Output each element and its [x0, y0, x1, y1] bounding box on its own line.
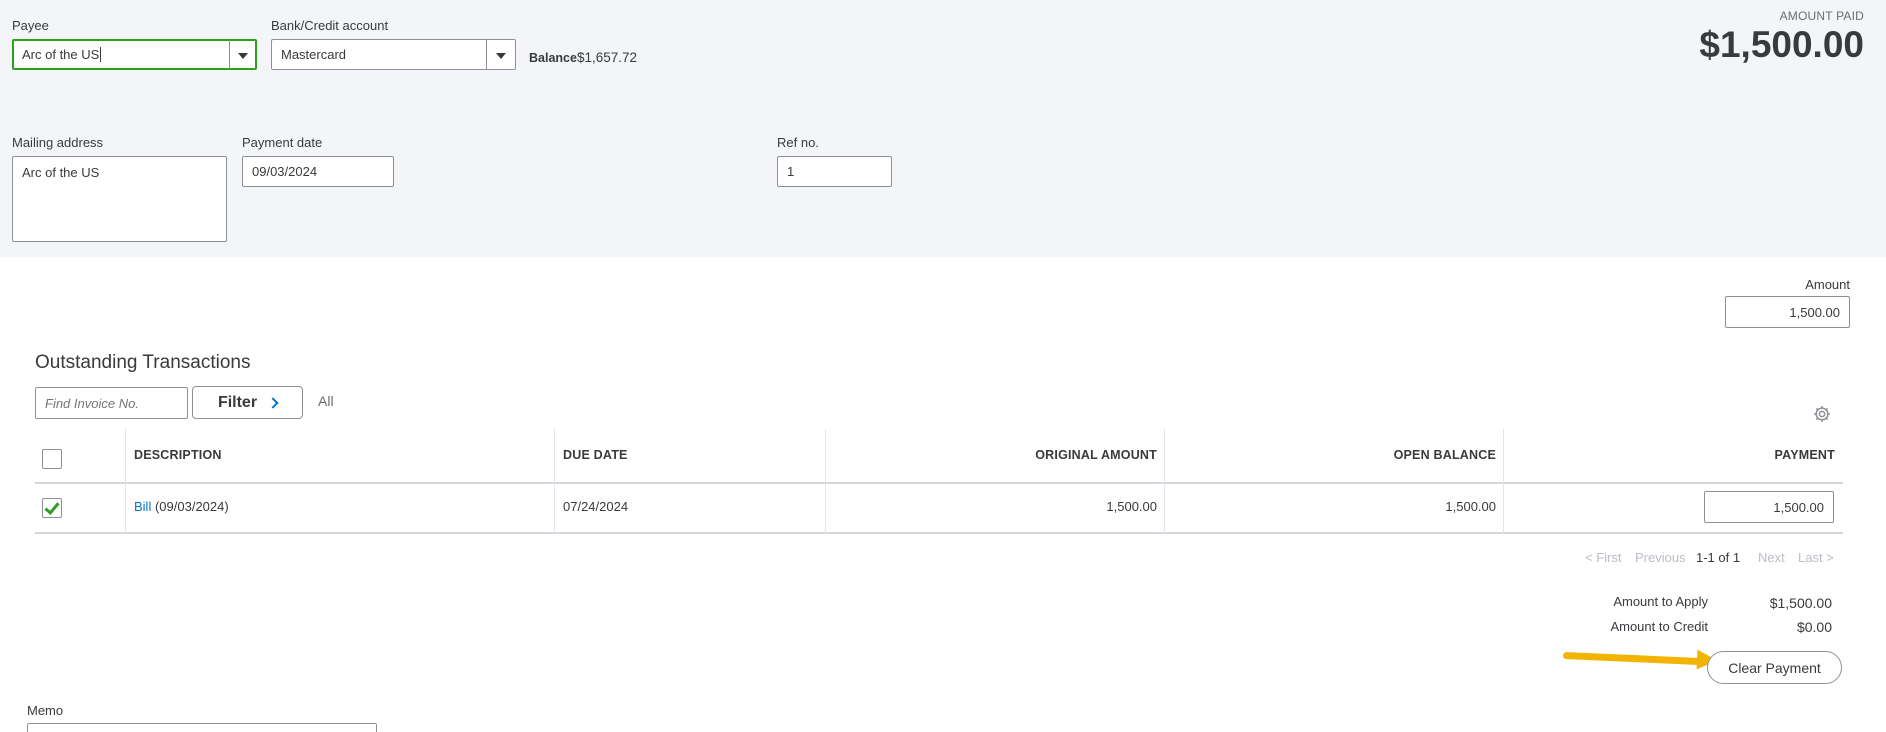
balance-value: $1,657.72 [577, 50, 638, 65]
dropdown-divider [486, 40, 487, 69]
amount-value: 1,500.00 [1789, 304, 1840, 320]
pager-next[interactable]: Next [1758, 550, 1785, 565]
mailing-address-field[interactable]: Arc of the US [12, 156, 227, 242]
annotation-arrow [1562, 652, 1704, 666]
amount-paid-label: AMOUNT PAID [1779, 9, 1864, 23]
gear-icon[interactable] [1812, 404, 1832, 424]
payee-label: Payee [12, 18, 49, 33]
payment-date-value: 09/03/2024 [252, 164, 318, 179]
text-cursor [100, 47, 102, 62]
chevron-down-icon[interactable] [238, 53, 248, 59]
amount-to-apply-value: $1,500.00 [1769, 595, 1832, 611]
row-payment-value: 1,500.00 [1773, 499, 1824, 515]
clear-payment-button[interactable]: Clear Payment [1707, 651, 1842, 684]
find-invoice-input[interactable] [35, 387, 188, 419]
filter-label: Filter [217, 393, 258, 411]
bank-account-dropdown[interactable]: Mastercard [271, 39, 516, 70]
bank-account-label: Bank/Credit account [271, 18, 389, 33]
dropdown-divider [229, 40, 230, 69]
memo-label: Memo [27, 703, 64, 718]
table-row: Bill (09/03/2024) 07/24/2024 1,500.00 1,… [35, 484, 1843, 534]
amount-label: Amount [1805, 277, 1850, 292]
column-divider [125, 429, 126, 534]
column-original-amount[interactable]: ORIGINAL AMOUNT [1035, 448, 1157, 462]
row-due-date: 07/24/2024 [563, 499, 629, 514]
payee-value: Arc of the US [22, 47, 100, 62]
select-all-checkbox[interactable] [42, 449, 62, 469]
amount-to-credit-label: Amount to Credit [1610, 619, 1708, 634]
mailing-address-value: Arc of the US [22, 165, 100, 180]
amount-to-credit-value: $0.00 [1796, 619, 1832, 635]
all-filter-label: All [318, 393, 334, 409]
row-original-amount: 1,500.00 [1106, 499, 1157, 514]
memo-field[interactable] [27, 723, 377, 732]
bill-link[interactable]: Bill [134, 499, 151, 514]
chevron-down-icon[interactable] [496, 53, 506, 59]
ref-no-field[interactable]: 1 [777, 156, 892, 187]
ref-no-label: Ref no. [777, 135, 819, 150]
amount-field[interactable]: 1,500.00 [1725, 296, 1850, 328]
row-open-balance: 1,500.00 [1445, 499, 1496, 514]
amount-paid-value: $1,500.00 [1699, 24, 1864, 65]
row-description: Bill (09/03/2024) [134, 499, 229, 514]
bill-date: (09/03/2024) [154, 499, 229, 514]
amount-to-apply-label: Amount to Apply [1613, 594, 1708, 609]
pager-first[interactable]: < First [1585, 550, 1621, 565]
payment-date-label: Payment date [242, 135, 323, 150]
column-description[interactable]: DESCRIPTION [134, 448, 222, 462]
mailing-address-label: Mailing address [12, 135, 104, 150]
clear-payment-label: Clear Payment [1728, 659, 1821, 676]
chevron-right-icon [267, 396, 279, 409]
column-divider [1164, 429, 1165, 534]
column-due-date[interactable]: DUE DATE [563, 448, 628, 462]
ref-no-value: 1 [787, 164, 795, 179]
payment-date-field[interactable]: 09/03/2024 [242, 156, 394, 187]
column-divider [825, 429, 826, 534]
pager-previous[interactable]: Previous [1635, 550, 1686, 565]
payee-dropdown[interactable]: Arc of the US [12, 39, 257, 70]
pager-range: 1-1 of 1 [1696, 550, 1741, 565]
column-divider [1503, 429, 1504, 534]
balance-label: Balance [529, 51, 577, 65]
table-header: DESCRIPTION DUE DATE ORIGINAL AMOUNT OPE… [35, 429, 1843, 484]
row-checkbox[interactable] [42, 498, 62, 518]
column-payment[interactable]: PAYMENT [1775, 448, 1835, 462]
column-open-balance[interactable]: OPEN BALANCE [1394, 448, 1496, 462]
column-divider [554, 429, 555, 534]
bank-account-value: Mastercard [281, 47, 347, 62]
row-payment-input[interactable]: 1,500.00 [1704, 491, 1834, 523]
pager-last[interactable]: Last > [1798, 550, 1834, 565]
outstanding-transactions-title: Outstanding Transactions [35, 352, 251, 373]
checkmark-icon [44, 499, 60, 515]
filter-button[interactable]: Filter [192, 386, 303, 419]
